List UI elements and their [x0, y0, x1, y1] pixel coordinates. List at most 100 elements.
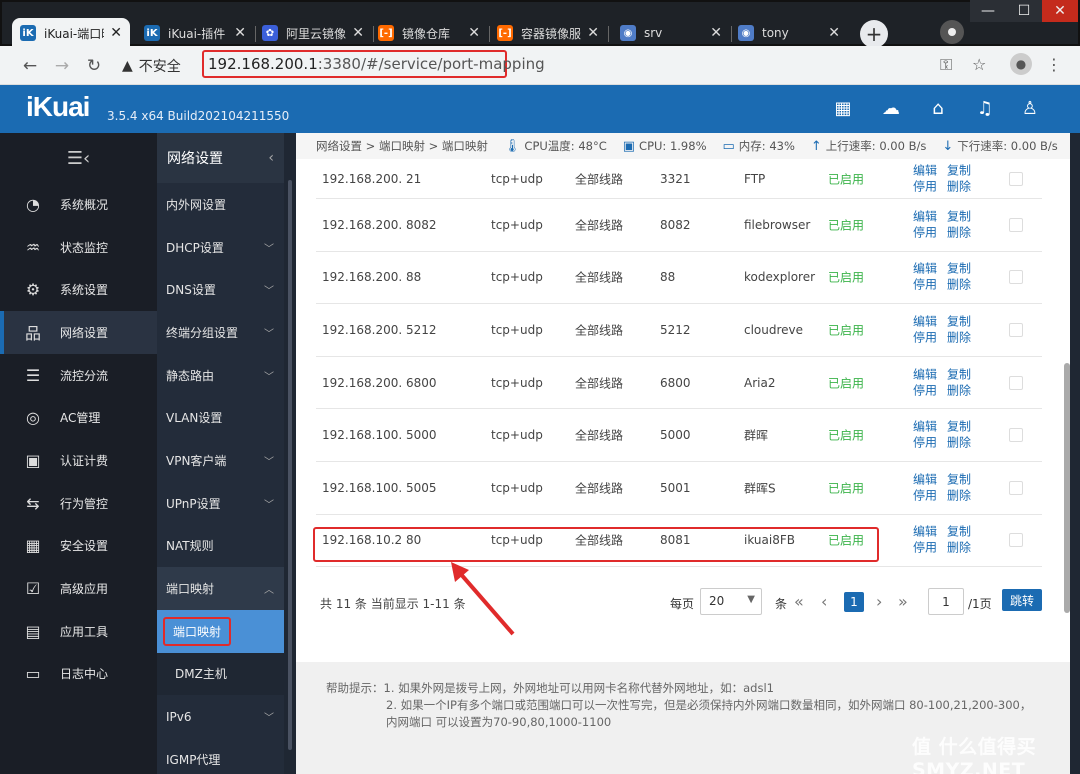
edit-link[interactable]: 编辑: [913, 314, 937, 329]
tab-close-icon[interactable]: ✕: [828, 25, 840, 41]
submenu-item[interactable]: 终端分组设置 ﹀: [157, 311, 284, 354]
row-checkbox[interactable]: [1009, 480, 1023, 495]
delete-link[interactable]: 删除: [947, 541, 971, 556]
forward-icon[interactable]: →: [50, 54, 74, 78]
edit-link[interactable]: 编辑: [913, 163, 937, 178]
edit-link[interactable]: 编辑: [913, 209, 937, 224]
submenu-subitem[interactable]: 端口映射: [157, 609, 284, 653]
profile-avatar-icon[interactable]: ●: [1010, 53, 1032, 75]
browser-tab[interactable]: ✿ 阿里云镜像 ✕: [254, 18, 372, 48]
row-checkbox[interactable]: [1009, 322, 1023, 337]
submenu-item[interactable]: DHCP设置 ﹀: [157, 226, 284, 269]
copy-link[interactable]: 复制: [947, 420, 971, 435]
sidebar-item[interactable]: ♒ 状态监控: [0, 226, 157, 269]
row-checkbox[interactable]: [1009, 375, 1023, 390]
submenu-item[interactable]: 内外网设置: [157, 183, 284, 226]
sidebar-scrollbar[interactable]: [288, 180, 292, 750]
tab-close-icon[interactable]: ✕: [352, 25, 364, 41]
copy-link[interactable]: 复制: [947, 314, 971, 329]
delete-link[interactable]: 删除: [947, 179, 971, 194]
disable-link[interactable]: 停用: [913, 225, 937, 240]
browser-tab[interactable]: ◉ tony ✕: [730, 18, 848, 48]
delete-link[interactable]: 删除: [947, 488, 971, 503]
per-page-select[interactable]: 20 ▼: [700, 588, 762, 615]
sidebar-item[interactable]: ☰ 流控分流: [0, 354, 157, 397]
tab-close-icon[interactable]: ✕: [468, 25, 480, 41]
copy-link[interactable]: 复制: [947, 209, 971, 224]
sidebar-item[interactable]: 品 网络设置: [0, 311, 157, 354]
current-page-button[interactable]: 1: [844, 592, 864, 612]
maximize-button[interactable]: ☐: [1006, 0, 1042, 22]
row-checkbox[interactable]: [1009, 171, 1023, 186]
disable-link[interactable]: 停用: [913, 488, 937, 503]
tab-search-icon[interactable]: [940, 20, 964, 44]
disable-link[interactable]: 停用: [913, 383, 937, 398]
window-close-button[interactable]: ✕: [1042, 0, 1078, 22]
browser-tab[interactable]: ◉ srv ✕: [612, 18, 730, 48]
copy-link[interactable]: 复制: [947, 525, 971, 540]
sidebar-item[interactable]: ◔ 系统概况: [0, 183, 157, 226]
disable-link[interactable]: 停用: [913, 436, 937, 451]
url-field[interactable]: 192.168.200.1:3380/#/service/port-mappin…: [202, 50, 545, 78]
menu-collapse-icon[interactable]: ☰‹: [0, 133, 157, 183]
qrcode-icon[interactable]: ▦: [832, 97, 854, 119]
delete-link[interactable]: 删除: [947, 278, 971, 293]
user-icon[interactable]: ♙: [1019, 97, 1041, 119]
submenu-subitem[interactable]: DMZ主机: [157, 652, 284, 696]
edit-link[interactable]: 编辑: [913, 367, 937, 382]
browser-tab[interactable]: [-] 容器镜像服务 ✕: [489, 18, 607, 48]
submenu-item[interactable]: VLAN设置: [157, 396, 284, 439]
delete-link[interactable]: 删除: [947, 436, 971, 451]
delete-link[interactable]: 删除: [947, 330, 971, 345]
bookmark-star-icon[interactable]: ☆: [972, 55, 986, 74]
sidebar-item[interactable]: ▦ 安全设置: [0, 525, 157, 568]
row-checkbox[interactable]: [1009, 428, 1023, 443]
sidebar-item[interactable]: ⇆ 行为管控: [0, 482, 157, 525]
submenu-item[interactable]: DNS设置 ﹀: [157, 268, 284, 311]
submenu-item[interactable]: UPnP设置 ﹀: [157, 482, 284, 525]
prev-page-icon[interactable]: ‹: [821, 592, 827, 611]
cloud-icon[interactable]: ☁: [880, 97, 902, 119]
browser-tab[interactable]: iK iKuai-插件 ✕: [136, 18, 254, 48]
security-indicator[interactable]: ▲ 不安全: [122, 56, 181, 76]
copy-link[interactable]: 复制: [947, 163, 971, 178]
edit-link[interactable]: 编辑: [913, 262, 937, 277]
tab-close-icon[interactable]: ✕: [710, 25, 722, 41]
sidebar-item[interactable]: ▤ 应用工具: [0, 610, 157, 653]
sidebar-item[interactable]: ◎ AC管理: [0, 396, 157, 439]
new-tab-button[interactable]: +: [860, 20, 888, 48]
edit-link[interactable]: 编辑: [913, 472, 937, 487]
copy-link[interactable]: 复制: [947, 262, 971, 277]
submenu-item[interactable]: 静态路由 ﹀: [157, 354, 284, 397]
key-icon[interactable]: ⚿: [940, 55, 952, 75]
reload-icon[interactable]: ↻: [82, 54, 106, 78]
first-page-icon[interactable]: «: [794, 592, 804, 611]
minimize-button[interactable]: —: [970, 0, 1006, 22]
delete-link[interactable]: 删除: [947, 383, 971, 398]
sidebar-item[interactable]: ▣ 认证计费: [0, 439, 157, 482]
row-checkbox[interactable]: [1009, 533, 1023, 548]
menu-kebab-icon[interactable]: ⋮: [1046, 55, 1062, 74]
row-checkbox[interactable]: [1009, 217, 1023, 232]
browser-tab[interactable]: iK iKuai-端口映射 ✕: [12, 18, 130, 48]
disable-link[interactable]: 停用: [913, 278, 937, 293]
jump-button[interactable]: 跳转: [1002, 589, 1042, 611]
delete-link[interactable]: 删除: [947, 225, 971, 240]
sidebar-item[interactable]: ▭ 日志中心: [0, 653, 157, 696]
disable-link[interactable]: 停用: [913, 330, 937, 345]
page-number-input[interactable]: 1: [928, 588, 964, 615]
submenu-item[interactable]: 端口映射 ︿: [157, 567, 284, 610]
disable-link[interactable]: 停用: [913, 179, 937, 194]
row-checkbox[interactable]: [1009, 270, 1023, 285]
back-icon[interactable]: ←: [18, 54, 42, 78]
home-icon[interactable]: ⌂: [927, 97, 949, 119]
tab-close-icon[interactable]: ✕: [587, 25, 599, 41]
edit-link[interactable]: 编辑: [913, 525, 937, 540]
next-page-icon[interactable]: ›: [876, 592, 882, 611]
browser-tab[interactable]: [-] 镜像仓库 ✕: [370, 18, 488, 48]
bell-icon[interactable]: ♫: [974, 97, 996, 119]
submenu-item[interactable]: IPv6 ﹀: [157, 695, 284, 738]
edit-link[interactable]: 编辑: [913, 420, 937, 435]
copy-link[interactable]: 复制: [947, 367, 971, 382]
main-scrollbar[interactable]: [1064, 363, 1070, 613]
